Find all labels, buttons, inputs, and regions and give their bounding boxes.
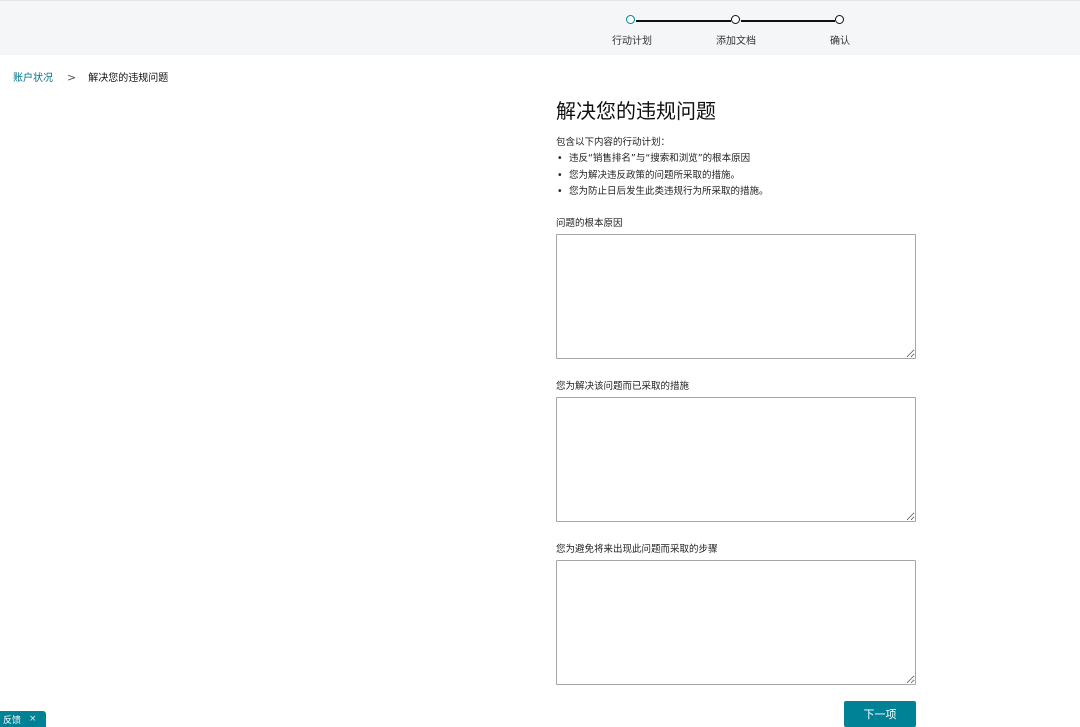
next-button[interactable]: 下一项 — [844, 701, 916, 727]
step-2-indicator-icon — [731, 15, 740, 24]
step-3-label: 确认 — [830, 36, 850, 47]
stepper-line — [636, 20, 731, 22]
step-1-label: 行动计划 — [612, 36, 652, 47]
actions-taken-textarea[interactable] — [556, 397, 916, 522]
actions-taken-label: 您为解决该问题而已采取的措施 — [556, 381, 690, 392]
step-3-indicator-icon — [835, 15, 844, 24]
stepper-line — [741, 20, 835, 22]
breadcrumb-current: 解决您的违规问题 — [88, 73, 169, 84]
list-item: 违反“销售排名”与“搜索和浏览”的根本原因 — [556, 151, 918, 168]
list-item: 您为防止日后发生此类违规行为所采取的措施。 — [556, 184, 918, 201]
requirements-list: 违反“销售排名”与“搜索和浏览”的根本原因 您为解决违反政策的问题所采取的措施。… — [556, 151, 918, 201]
root-cause-label: 问题的根本原因 — [556, 218, 623, 229]
page-title: 解决您的违规问题 — [556, 99, 716, 123]
close-icon[interactable]: × — [29, 714, 37, 724]
prevention-steps-textarea[interactable] — [556, 560, 916, 685]
stepper: 行动计划 添加文档 确认 — [0, 1, 1080, 55]
breadcrumb-account-health-link[interactable]: 账户状况 — [13, 73, 53, 84]
step-2-label: 添加文档 — [716, 36, 756, 47]
progress-header: 行动计划 添加文档 确认 — [0, 0, 1080, 55]
feedback-tab[interactable]: 反馈 × — [0, 711, 46, 727]
feedback-label[interactable]: 反馈 — [3, 713, 21, 726]
chevron-right-icon: > — [67, 71, 77, 84]
breadcrumb: 账户状况 > 解决您的违规问题 — [13, 69, 168, 84]
intro-text: 包含以下内容的行动计划： — [556, 137, 671, 148]
root-cause-textarea[interactable] — [556, 234, 916, 359]
action-plan-form: 解决您的违规问题 包含以下内容的行动计划： 违反“销售排名”与“搜索和浏览”的根… — [556, 96, 918, 201]
step-1-indicator-icon — [626, 15, 635, 24]
prevention-steps-label: 您为避免将来出现此问题而采取的步骤 — [556, 544, 718, 555]
list-item: 您为解决违反政策的问题所采取的措施。 — [556, 168, 918, 185]
